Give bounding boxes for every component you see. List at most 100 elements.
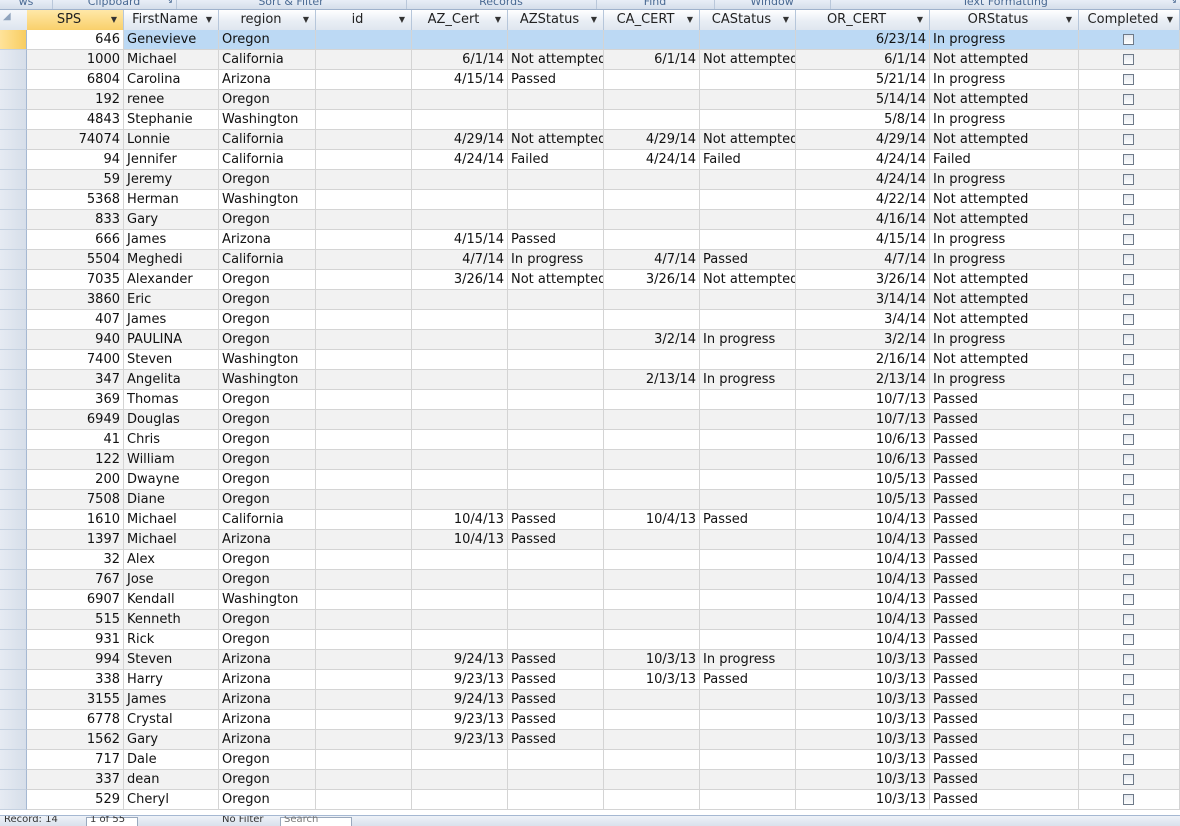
cell-completed[interactable] xyxy=(1079,250,1180,270)
cell-az-cert[interactable] xyxy=(412,790,508,810)
cell-firstname[interactable]: Alex xyxy=(124,550,219,570)
cell-completed[interactable] xyxy=(1079,770,1180,790)
cell-ca-cert[interactable] xyxy=(604,410,700,430)
cell-region[interactable]: Oregon xyxy=(219,750,316,770)
cell-sps[interactable]: 717 xyxy=(27,750,124,770)
cell-completed[interactable] xyxy=(1079,130,1180,150)
cell-ca-cert[interactable] xyxy=(604,90,700,110)
cell-ca-cert[interactable] xyxy=(604,190,700,210)
cell-or-status[interactable]: Passed xyxy=(930,510,1079,530)
cell-region[interactable]: Oregon xyxy=(219,330,316,350)
cell-region[interactable]: Oregon xyxy=(219,30,316,50)
cell-or-status[interactable]: Not attempted xyxy=(930,310,1079,330)
cell-or-status[interactable]: Failed xyxy=(930,150,1079,170)
cell-or-cert[interactable]: 10/3/13 xyxy=(796,750,930,770)
row-selector-icon[interactable] xyxy=(0,650,27,670)
cell-az-cert[interactable] xyxy=(412,630,508,650)
cell-az-status[interactable]: Not attempted xyxy=(508,270,604,290)
cell-firstname[interactable]: Alexander xyxy=(124,270,219,290)
cell-ca-cert[interactable]: 2/13/14 xyxy=(604,370,700,390)
cell-id[interactable] xyxy=(316,230,412,250)
cell-ca-status[interactable]: Not attempted xyxy=(700,270,796,290)
cell-region[interactable]: Washington xyxy=(219,350,316,370)
dropdown-arrow-icon[interactable]: ▼ xyxy=(591,10,597,30)
checkbox-icon[interactable] xyxy=(1123,454,1134,465)
cell-or-cert[interactable]: 4/7/14 xyxy=(796,250,930,270)
cell-az-status[interactable] xyxy=(508,30,604,50)
cell-az-cert[interactable] xyxy=(412,290,508,310)
cell-az-status[interactable]: Passed xyxy=(508,710,604,730)
cell-ca-status[interactable] xyxy=(700,450,796,470)
cell-sps[interactable]: 192 xyxy=(27,90,124,110)
cell-or-status[interactable]: Passed xyxy=(930,690,1079,710)
cell-or-cert[interactable]: 3/2/14 xyxy=(796,330,930,350)
cell-id[interactable] xyxy=(316,210,412,230)
cell-az-cert[interactable]: 6/1/14 xyxy=(412,50,508,70)
cell-az-cert[interactable]: 10/4/13 xyxy=(412,510,508,530)
cell-completed[interactable] xyxy=(1079,470,1180,490)
cell-or-status[interactable]: Passed xyxy=(930,770,1079,790)
cell-sps[interactable]: 5368 xyxy=(27,190,124,210)
cell-ca-cert[interactable]: 3/2/14 xyxy=(604,330,700,350)
cell-firstname[interactable]: Eric xyxy=(124,290,219,310)
cell-sps[interactable]: 1000 xyxy=(27,50,124,70)
row-selector-icon[interactable] xyxy=(0,750,27,770)
row-selector-icon[interactable] xyxy=(0,110,27,130)
cell-or-cert[interactable]: 10/4/13 xyxy=(796,610,930,630)
cell-id[interactable] xyxy=(316,310,412,330)
cell-firstname[interactable]: Crystal xyxy=(124,710,219,730)
cell-sps[interactable]: 5504 xyxy=(27,250,124,270)
cell-completed[interactable] xyxy=(1079,630,1180,650)
checkbox-icon[interactable] xyxy=(1123,214,1134,225)
cell-ca-cert[interactable] xyxy=(604,490,700,510)
cell-sps[interactable]: 3155 xyxy=(27,690,124,710)
cell-completed[interactable] xyxy=(1079,510,1180,530)
cell-az-status[interactable]: Passed xyxy=(508,530,604,550)
cell-ca-status[interactable]: Passed xyxy=(700,250,796,270)
cell-az-cert[interactable] xyxy=(412,770,508,790)
cell-sps[interactable]: 1610 xyxy=(27,510,124,530)
cell-ca-status[interactable] xyxy=(700,310,796,330)
cell-completed[interactable] xyxy=(1079,90,1180,110)
cell-region[interactable]: Oregon xyxy=(219,790,316,810)
cell-az-cert[interactable] xyxy=(412,110,508,130)
cell-ca-status[interactable] xyxy=(700,70,796,90)
cell-sps[interactable]: 1562 xyxy=(27,730,124,750)
cell-az-status[interactable]: In progress xyxy=(508,250,604,270)
cell-completed[interactable] xyxy=(1079,750,1180,770)
cell-or-cert[interactable]: 10/3/13 xyxy=(796,650,930,670)
cell-completed[interactable] xyxy=(1079,450,1180,470)
cell-id[interactable] xyxy=(316,690,412,710)
cell-az-status[interactable]: Passed xyxy=(508,670,604,690)
cell-az-status[interactable] xyxy=(508,750,604,770)
cell-or-cert[interactable]: 10/3/13 xyxy=(796,770,930,790)
checkbox-icon[interactable] xyxy=(1123,154,1134,165)
cell-or-status[interactable]: Not attempted xyxy=(930,50,1079,70)
row-selector-icon[interactable] xyxy=(0,490,27,510)
cell-ca-status[interactable] xyxy=(700,350,796,370)
cell-az-status[interactable] xyxy=(508,350,604,370)
dropdown-arrow-icon[interactable]: ▼ xyxy=(206,10,212,30)
cell-firstname[interactable]: PAULINA xyxy=(124,330,219,350)
cell-ca-cert[interactable] xyxy=(604,730,700,750)
cell-id[interactable] xyxy=(316,610,412,630)
cell-ca-cert[interactable] xyxy=(604,690,700,710)
cell-az-status[interactable] xyxy=(508,430,604,450)
cell-or-cert[interactable]: 6/23/14 xyxy=(796,30,930,50)
cell-or-cert[interactable]: 2/13/14 xyxy=(796,370,930,390)
cell-sps[interactable]: 940 xyxy=(27,330,124,350)
cell-ca-cert[interactable] xyxy=(604,350,700,370)
cell-or-status[interactable]: In progress xyxy=(930,370,1079,390)
cell-firstname[interactable]: Dale xyxy=(124,750,219,770)
cell-or-cert[interactable]: 6/1/14 xyxy=(796,50,930,70)
cell-ca-cert[interactable] xyxy=(604,570,700,590)
checkbox-icon[interactable] xyxy=(1123,734,1134,745)
cell-or-status[interactable]: Passed xyxy=(930,670,1079,690)
cell-completed[interactable] xyxy=(1079,310,1180,330)
cell-sps[interactable]: 74074 xyxy=(27,130,124,150)
cell-ca-cert[interactable]: 3/26/14 xyxy=(604,270,700,290)
cell-or-cert[interactable]: 10/3/13 xyxy=(796,790,930,810)
cell-completed[interactable] xyxy=(1079,30,1180,50)
cell-firstname[interactable]: Steven xyxy=(124,650,219,670)
cell-ca-status[interactable]: In progress xyxy=(700,650,796,670)
